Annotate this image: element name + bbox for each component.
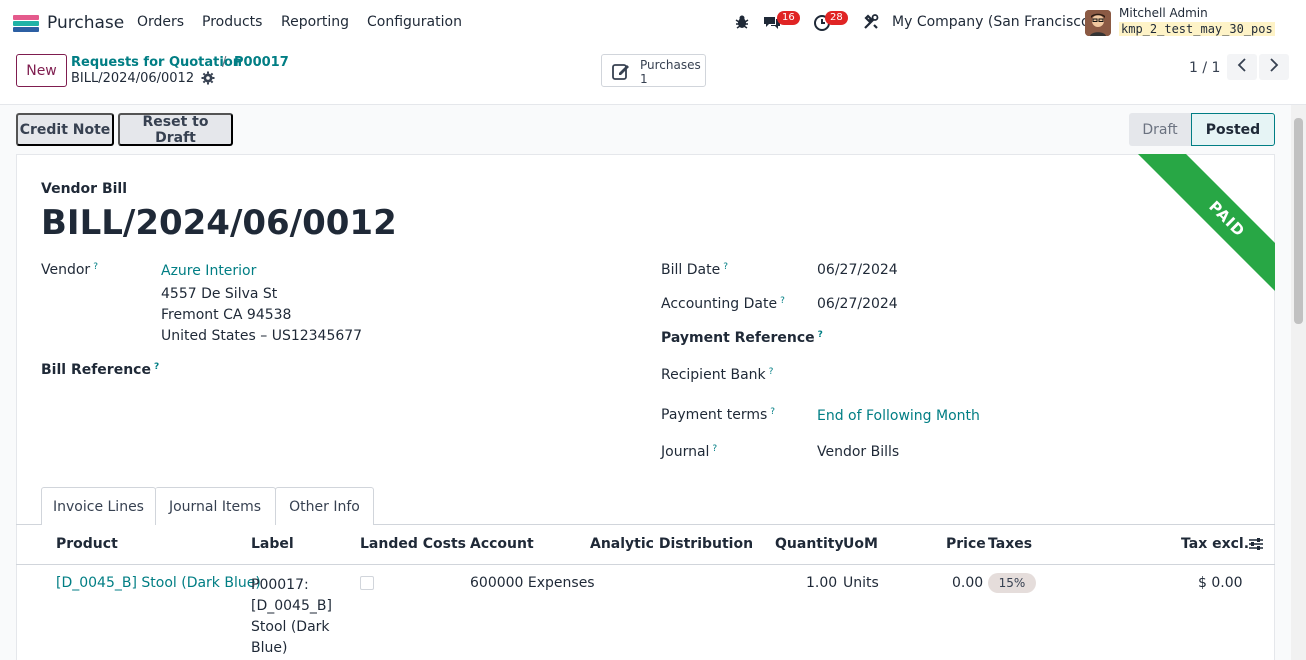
row-account[interactable]: 600000 Expenses xyxy=(470,575,595,591)
tab-other-info[interactable]: Other Info xyxy=(275,487,374,525)
column-price[interactable]: Price xyxy=(946,536,986,552)
database-name: kmp_2_test_may_30_pos xyxy=(1119,22,1275,36)
paid-ribbon-label: PAID xyxy=(1137,154,1275,302)
user-avatar[interactable] xyxy=(1085,10,1111,36)
gear-icon[interactable] xyxy=(201,71,215,85)
row-tax-excl: $ 0.00 xyxy=(1198,575,1243,591)
column-product[interactable]: Product xyxy=(56,536,118,552)
new-button[interactable]: New xyxy=(16,54,67,87)
column-tax-excl[interactable]: Tax excl. xyxy=(1181,536,1249,552)
recipient-bank-label: Recipient Bank? xyxy=(661,367,774,383)
vendor-street: 4557 De Silva St xyxy=(161,286,278,302)
row-product-link[interactable]: [D_0045_B] Stool (Dark Blue) xyxy=(56,575,261,591)
row-label-line: P00017: xyxy=(251,577,309,593)
menu-reporting[interactable]: Reporting xyxy=(281,14,349,30)
smart-button-label: Purchases xyxy=(640,58,701,72)
table-header-divider xyxy=(16,564,1275,565)
menu-configuration[interactable]: Configuration xyxy=(367,14,462,30)
app-name[interactable]: Purchase xyxy=(47,13,124,33)
paid-ribbon: PAID xyxy=(1127,154,1275,302)
messages-badge: 16 xyxy=(777,11,800,25)
vendor-city: Fremont CA 94538 xyxy=(161,307,292,323)
chevron-right-icon xyxy=(1269,58,1279,76)
row-label-line: Stool (Dark xyxy=(251,619,330,635)
top-navbar: Purchase Orders Products Reporting Confi… xyxy=(0,0,1306,46)
bill-reference-label: Bill Reference? xyxy=(41,362,160,378)
accounting-date-field[interactable]: 06/27/2024 xyxy=(817,296,898,312)
row-label-line: Blue) xyxy=(251,640,288,656)
edit-document-icon xyxy=(612,62,632,80)
tab-journal-items[interactable]: Journal Items xyxy=(155,487,276,525)
column-analytic-distribution[interactable]: Analytic Distribution xyxy=(590,536,753,552)
activities-badge: 28 xyxy=(825,11,848,25)
pager-previous-button[interactable] xyxy=(1227,54,1257,80)
control-panel: New Requests for Quotation / P00017 BILL… xyxy=(0,46,1306,105)
help-icon: ? xyxy=(768,367,774,377)
tools-icon[interactable] xyxy=(862,13,882,33)
row-quantity[interactable]: 1.00 xyxy=(806,575,837,591)
breadcrumb-po[interactable]: P00017 xyxy=(234,55,289,70)
row-label[interactable]: P00017: [D_0045_B] Stool (Dark Blue) xyxy=(251,575,332,659)
column-taxes[interactable]: Taxes xyxy=(988,536,1032,552)
smart-button-count: 1 xyxy=(640,72,648,86)
help-icon: ? xyxy=(153,362,160,372)
document-title: BILL/2024/06/0012 xyxy=(41,203,397,243)
status-draft[interactable]: Draft xyxy=(1129,113,1191,146)
help-icon: ? xyxy=(93,262,98,272)
document-type: Vendor Bill xyxy=(41,181,128,197)
reset-to-draft-button[interactable]: Reset to Draft xyxy=(118,113,233,146)
journal-label: Journal? xyxy=(661,444,718,460)
payment-reference-label: Payment Reference? xyxy=(661,330,823,346)
bug-icon[interactable] xyxy=(733,13,753,33)
breadcrumb-separator: / xyxy=(222,55,227,70)
user-name[interactable]: Mitchell Admin xyxy=(1119,6,1208,20)
row-label-line: [D_0045_B] xyxy=(251,598,332,614)
row-tax-badge[interactable]: 15% xyxy=(988,573,1036,593)
pager-value[interactable]: 1 / 1 xyxy=(1189,60,1220,76)
row-uom[interactable]: Units xyxy=(843,575,879,591)
breadcrumb-rfq[interactable]: Requests for Quotation xyxy=(71,55,242,70)
company-switcher[interactable]: My Company (San Francisco) xyxy=(892,14,1095,30)
vendor-link[interactable]: Azure Interior xyxy=(161,263,256,279)
help-icon: ? xyxy=(780,296,785,306)
column-account[interactable]: Account xyxy=(470,536,534,552)
row-price[interactable]: 0.00 xyxy=(952,575,983,591)
payment-terms-label: Payment terms? xyxy=(661,407,776,423)
column-quantity[interactable]: Quantity xyxy=(775,536,844,552)
payment-terms-link[interactable]: End of Following Month xyxy=(817,408,980,424)
chevron-left-icon xyxy=(1237,58,1247,76)
purchase-app-icon[interactable] xyxy=(13,15,39,32)
tab-invoice-lines[interactable]: Invoice Lines xyxy=(41,487,156,525)
column-label[interactable]: Label xyxy=(251,536,294,552)
bill-date-field[interactable]: 06/27/2024 xyxy=(817,262,898,278)
purchases-smart-button[interactable]: Purchases 1 xyxy=(601,54,706,87)
pager-next-button[interactable] xyxy=(1259,54,1289,80)
vendor-label: Vendor? xyxy=(41,262,98,278)
menu-orders[interactable]: Orders xyxy=(137,14,184,30)
help-icon: ? xyxy=(723,262,728,272)
column-landed-costs[interactable]: Landed Costs xyxy=(360,536,466,552)
help-icon: ? xyxy=(770,407,776,417)
menu-products[interactable]: Products xyxy=(202,14,262,30)
accounting-date-label: Accounting Date? xyxy=(661,296,785,312)
scrollbar-thumb[interactable] xyxy=(1294,118,1303,324)
help-icon: ? xyxy=(817,330,823,340)
column-uom[interactable]: UoM xyxy=(843,536,878,552)
landed-costs-checkbox[interactable] xyxy=(360,576,374,590)
column-settings-icon[interactable] xyxy=(1248,537,1264,555)
credit-note-button[interactable]: Credit Note xyxy=(16,113,114,146)
bill-date-label: Bill Date? xyxy=(661,262,728,278)
help-icon: ? xyxy=(712,444,718,454)
journal-field[interactable]: Vendor Bills xyxy=(817,444,899,460)
status-posted[interactable]: Posted xyxy=(1191,113,1275,146)
vendor-country: United States – US12345677 xyxy=(161,328,363,344)
breadcrumb-current: BILL/2024/06/0012 xyxy=(71,71,195,86)
